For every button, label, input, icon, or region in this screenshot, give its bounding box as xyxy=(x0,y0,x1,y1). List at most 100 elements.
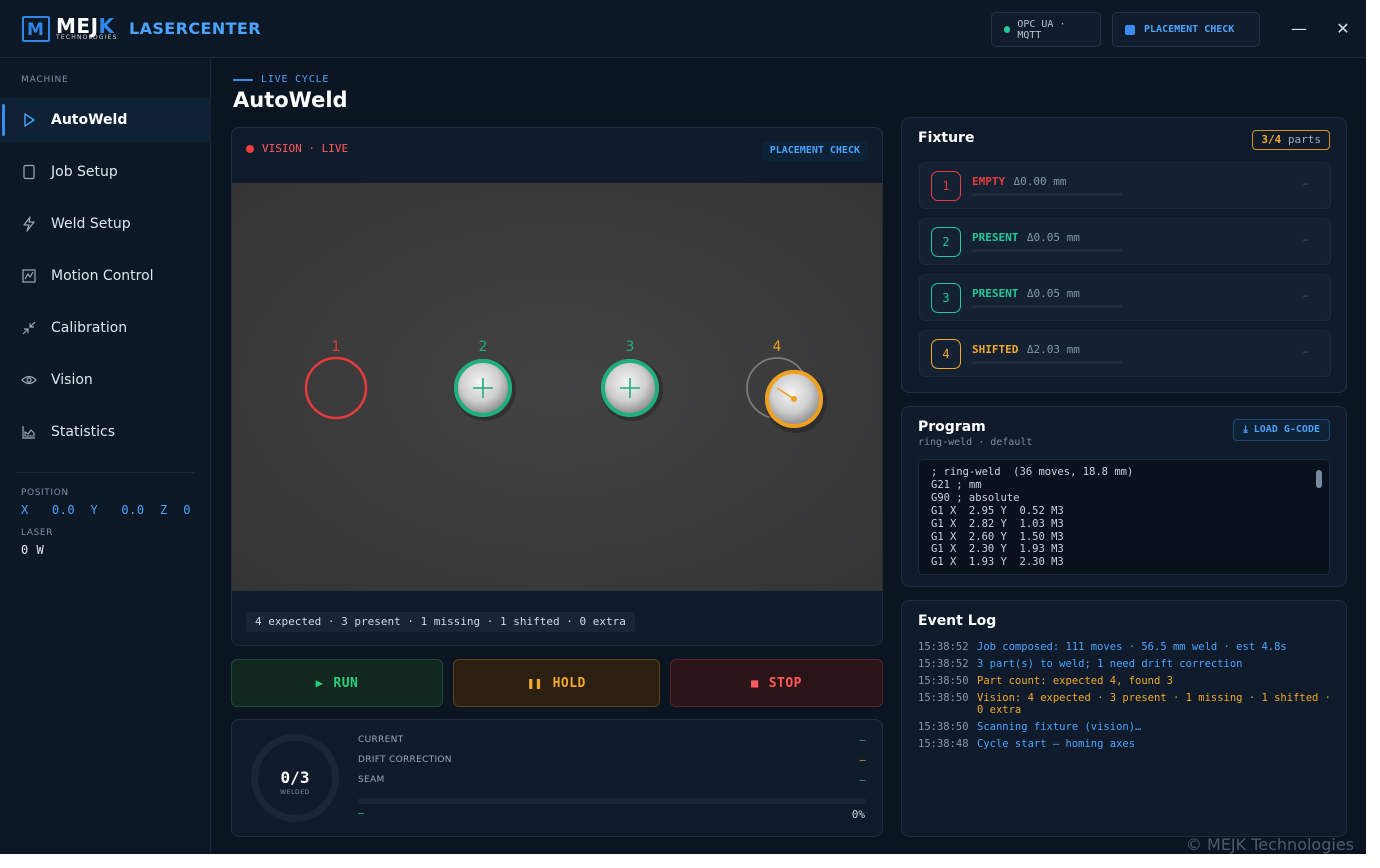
fixture-title: Fixture xyxy=(918,130,975,146)
slot-status: PRESENT xyxy=(972,231,1019,244)
page-title: AutoWeld xyxy=(233,88,348,112)
document-icon xyxy=(23,164,35,180)
crosshair-arrows-icon xyxy=(22,321,36,335)
title-bar: M MEJK TECHNOLOGIES LASERCENTER OPC UA ·… xyxy=(0,0,1366,58)
camera-feed[interactable]: 1 2 3 4 xyxy=(232,183,882,591)
slot-progress-track xyxy=(972,249,1122,252)
log-entry: 15:38:52 3 part(s) to weld; 1 need drift … xyxy=(918,658,1332,670)
hold-button[interactable]: ❚❚ HOLD xyxy=(453,659,660,707)
gcode-line: ; ring-weld (36 moves, 18.8 mm) xyxy=(931,466,1134,478)
slot-action: – xyxy=(1302,233,1309,246)
stop-icon: ■ xyxy=(750,676,759,690)
slot-status: SHIFTED xyxy=(972,343,1019,356)
minimize-button[interactable]: — xyxy=(1288,18,1310,40)
program-panel: Program ring-weld · default ⤓ LOAD G-COD… xyxy=(901,406,1347,587)
sidebar: MACHINE AutoWeld Job Setup Weld Setup Mo… xyxy=(0,58,211,854)
sidebar-item-autoweld[interactable]: AutoWeld xyxy=(0,98,211,142)
sidebar-item-statistics[interactable]: Statistics xyxy=(0,410,211,454)
progress-left-text: — xyxy=(358,808,365,819)
sidebar-item-job-setup[interactable]: Job Setup xyxy=(0,150,211,194)
laser-value: 0 W xyxy=(21,543,45,557)
slot-2-label: 2 xyxy=(479,339,488,355)
program-subtitle: ring-weld · default xyxy=(918,437,1033,448)
fixture-row[interactable]: 1 EMPTY Δ0.00 mm – xyxy=(919,162,1331,209)
slot-delta: Δ0.00 mm xyxy=(1013,175,1067,188)
log-time: 15:38:48 xyxy=(918,738,969,750)
log-time: 15:38:50 xyxy=(918,675,969,687)
lightning-icon xyxy=(23,216,35,232)
slot-number: 2 xyxy=(931,227,961,257)
load-gcode-button[interactable]: ⤓ LOAD G-CODE xyxy=(1233,419,1330,441)
weld-progress-ring: 0/3 WELDED xyxy=(251,734,339,822)
gcode-line: G90 ; absolute xyxy=(931,491,1020,504)
sidebar-item-vision[interactable]: Vision xyxy=(0,358,211,402)
eye-icon xyxy=(21,375,37,385)
app-title: LASERCENTER xyxy=(129,19,261,38)
slot-action: – xyxy=(1302,177,1309,190)
gcode-line: G21 ; mm xyxy=(931,478,982,491)
sidebar-item-weld-setup[interactable]: Weld Setup xyxy=(0,202,211,246)
log-message: Job composed: 111 moves · 56.5 mm weld ·… xyxy=(977,641,1287,653)
slot-number: 1 xyxy=(931,171,961,201)
vision-live-indicator: VISION · LIVE xyxy=(246,142,348,155)
slot-progress-track xyxy=(972,361,1122,364)
fixture-row[interactable]: 4 SHIFTED Δ2.03 mm – xyxy=(919,330,1331,377)
progress-percent: 0% xyxy=(851,808,865,821)
log-entry: 15:38:50 Vision: 4 expected · 3 present ·… xyxy=(918,692,1332,716)
slot-progress-track xyxy=(972,193,1122,196)
gcode-line: G1 X 2.82 Y 1.03 M3 xyxy=(931,517,1064,530)
event-log-panel: Event Log 15:38:52 Job composed: 111 move… xyxy=(901,600,1347,837)
placement-check-button[interactable]: PLACEMENT CHECK xyxy=(1112,12,1260,47)
slot-progress-track xyxy=(972,305,1122,308)
connection-status[interactable]: OPC UA · MQTT xyxy=(991,12,1101,47)
event-log-title: Event Log xyxy=(918,613,997,629)
sidebar-divider xyxy=(16,472,194,473)
sidebar-item-motion-control[interactable]: Motion Control xyxy=(0,254,211,298)
weld-progress-bar xyxy=(358,798,866,804)
square-icon xyxy=(1125,24,1135,35)
welded-label: WELDED xyxy=(280,789,310,796)
position-label: POSITION xyxy=(21,488,69,498)
slot-delta: Δ0.05 mm xyxy=(1026,231,1080,244)
slot-action: – xyxy=(1302,289,1309,302)
fixture-row[interactable]: 2 PRESENT Δ0.05 mm – xyxy=(919,218,1331,265)
sidebar-item-calibration[interactable]: Calibration xyxy=(0,306,211,350)
chart-box-icon xyxy=(22,269,36,283)
copyright: © MEJK Technologies xyxy=(1185,835,1354,854)
gcode-line: G1 X 2.30 Y 1.93 M3 xyxy=(931,543,1064,556)
slot-1-label: 1 xyxy=(332,339,341,355)
vision-panel: VISION · LIVE PLACEMENT CHECK 1 2 3 4 4 … xyxy=(231,127,883,646)
log-entry: 15:38:50 Part count: expected 4, found 3 xyxy=(918,675,1332,687)
program-title: Program xyxy=(918,419,986,435)
log-time: 15:38:50 xyxy=(918,721,969,733)
pause-icon: ❚❚ xyxy=(527,676,543,690)
brand-subtitle: TECHNOLOGIES xyxy=(56,34,118,41)
stats-icon xyxy=(22,426,35,439)
slot-3-label: 3 xyxy=(626,339,635,355)
live-dot-icon xyxy=(246,144,254,153)
slot-delta: Δ2.03 mm xyxy=(1026,343,1080,356)
gcode-viewer[interactable]: ; ring-weld (36 moves, 18.8 mm) G21 ; mm G… xyxy=(918,459,1330,575)
slot-status: EMPTY xyxy=(972,175,1006,188)
placement-check-badge: PLACEMENT CHECK xyxy=(761,141,868,161)
scrollbar[interactable] xyxy=(1316,470,1322,488)
stop-button[interactable]: ■ STOP xyxy=(670,659,883,707)
logo-icon: M xyxy=(22,16,50,42)
run-button[interactable]: ▶ RUN xyxy=(231,659,443,707)
log-message: Vision: 4 expected · 3 present · 1 missi… xyxy=(977,692,1332,716)
log-time: 15:38:52 xyxy=(918,641,969,653)
fixture-panel: Fixture 3/4 parts 1 EMPTY Δ0.00 mm – 2 PRESEN… xyxy=(901,117,1347,393)
fixture-row[interactable]: 3 PRESENT Δ0.05 mm – xyxy=(919,274,1331,321)
welded-count: 0/3 xyxy=(280,768,310,787)
close-button[interactable]: ✕ xyxy=(1332,18,1354,40)
log-time: 15:38:50 xyxy=(918,692,969,704)
parts-count-badge: 3/4 parts xyxy=(1252,130,1330,150)
log-entry: 15:38:52 Job composed: 111 moves · 56.5 m… xyxy=(918,641,1332,653)
progress-row-current: CURRENT — xyxy=(358,735,866,746)
log-message: Part count: expected 4, found 3 xyxy=(977,675,1173,687)
gcode-line: G1 X 2.60 Y 1.50 M3 xyxy=(931,530,1064,543)
slot-number: 3 xyxy=(931,283,961,313)
play-icon: ▶ xyxy=(315,676,324,690)
slot-action: – xyxy=(1302,345,1309,358)
log-time: 15:38:52 xyxy=(918,658,969,670)
